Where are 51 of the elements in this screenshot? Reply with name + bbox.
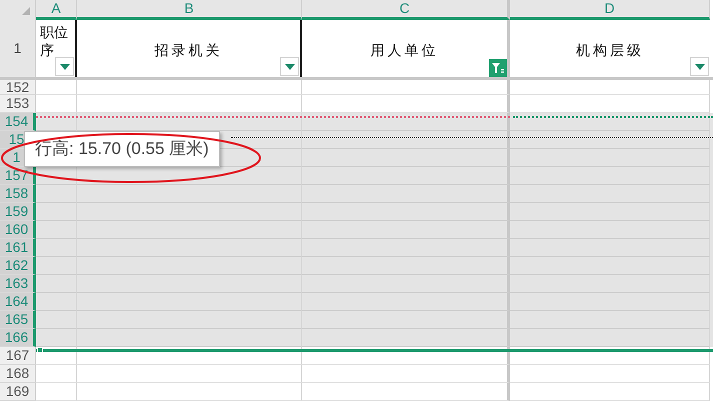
row-header[interactable]: 167 (0, 347, 36, 365)
selected-row-cells[interactable] (36, 203, 713, 221)
selected-row-cells[interactable] (36, 311, 713, 329)
header-cell-text: 机构层级 (575, 41, 645, 60)
row-header[interactable]: 160 (0, 221, 36, 239)
selected-row-cells[interactable] (36, 329, 713, 347)
column-header[interactable]: D (510, 0, 710, 20)
header-cell-text: 招录机关 (154, 41, 224, 60)
selected-row-cells[interactable] (36, 185, 713, 203)
column-header[interactable]: C (302, 0, 510, 20)
row-cells[interactable] (36, 365, 713, 383)
column-header[interactable]: B (77, 0, 302, 20)
row-header[interactable]: 152 (0, 80, 36, 95)
row-header[interactable]: 165 (0, 311, 36, 329)
selected-row-cells[interactable] (36, 221, 713, 239)
selected-row-cells[interactable] (36, 113, 713, 131)
row-header[interactable]: 168 (0, 365, 36, 383)
row-header[interactable]: 158 (0, 185, 36, 203)
row-header[interactable]: 163 (0, 275, 36, 293)
fill-handle[interactable] (37, 347, 43, 353)
caret-down-icon (694, 64, 704, 70)
row-header[interactable]: 166 (0, 329, 36, 347)
selected-row-cells[interactable] (36, 293, 713, 311)
filter-active-button[interactable] (489, 59, 507, 77)
row-cells[interactable] (36, 95, 713, 113)
caret-down-icon (60, 64, 70, 70)
header-cell-text: 用人单位 (370, 41, 440, 60)
row-header[interactable]: 161 (0, 239, 36, 257)
row-header[interactable]: 1 (0, 20, 36, 77)
row-height-tooltip: 行高: 15.70 (0.55 厘米) (24, 131, 220, 167)
filter-icon (491, 61, 505, 75)
row-header[interactable]: 154 (0, 113, 36, 131)
filter-dropdown-button[interactable] (55, 57, 74, 76)
filter-dropdown-button[interactable] (690, 57, 709, 76)
selected-row-cells[interactable] (36, 275, 713, 293)
filter-dropdown-button[interactable] (280, 57, 299, 76)
header-cell-text: 职位序 (40, 23, 69, 59)
row-header[interactable]: 159 (0, 203, 36, 221)
selected-row-cells[interactable] (36, 167, 713, 185)
select-all-corner[interactable] (0, 0, 36, 20)
row-header[interactable]: 164 (0, 293, 36, 311)
row-header[interactable]: 153 (0, 95, 36, 113)
selected-row-cells[interactable] (36, 239, 713, 257)
row-header[interactable]: 169 (0, 383, 36, 401)
row-cells[interactable] (36, 80, 713, 95)
row-header[interactable]: 162 (0, 257, 36, 275)
corner-triangle-icon (22, 7, 30, 15)
row-cells[interactable] (36, 383, 713, 401)
column-header[interactable]: A (36, 0, 77, 20)
selected-row-cells[interactable] (36, 257, 713, 275)
caret-down-icon (284, 64, 294, 70)
